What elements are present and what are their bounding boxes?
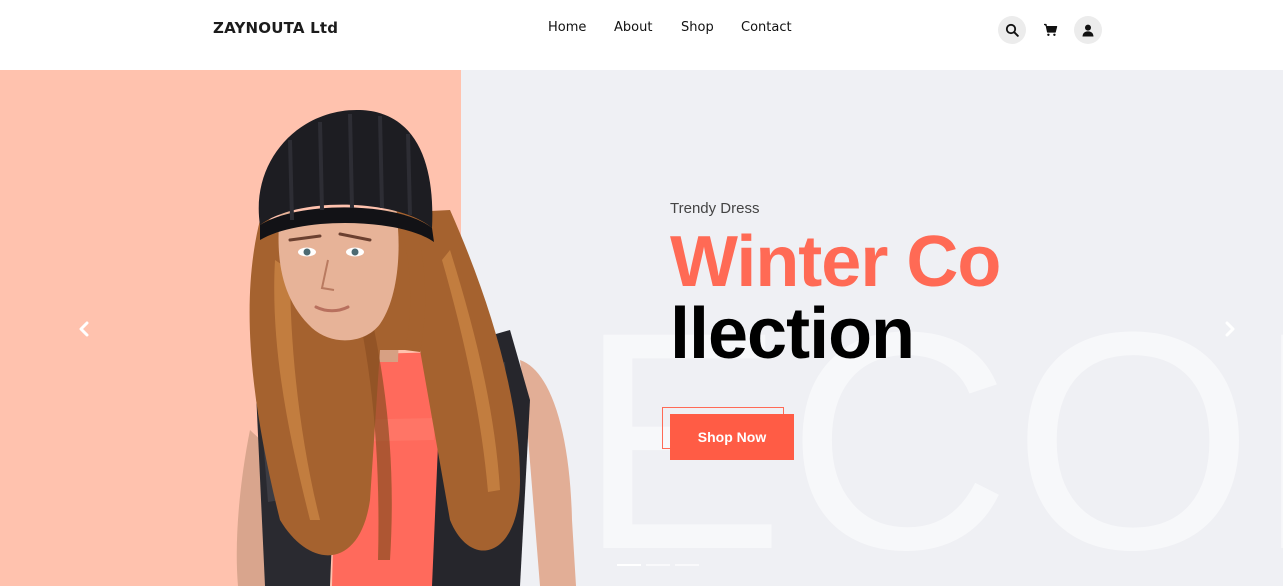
- hero-subtitle: Trendy Dress: [670, 200, 760, 217]
- nav-home[interactable]: Home: [548, 20, 586, 35]
- shop-now-wrapper: Shop Now: [662, 407, 794, 461]
- hero-slider: ECOM: [0, 70, 1283, 586]
- nav-about[interactable]: About: [614, 20, 652, 35]
- chevron-right-icon: [1225, 321, 1235, 337]
- hero-text-block: Trendy Dress Winter Co llection Shop Now: [662, 200, 1001, 460]
- slider-dot-2[interactable]: [646, 564, 670, 566]
- slider-next-arrow[interactable]: [1224, 318, 1236, 342]
- cart-icon: [1043, 23, 1057, 36]
- user-icon: [1082, 24, 1094, 36]
- slider-dot-3[interactable]: [675, 564, 699, 566]
- search-icon: [1005, 23, 1019, 37]
- search-button[interactable]: [998, 16, 1026, 44]
- cart-button[interactable]: [1036, 16, 1064, 44]
- chevron-left-icon: [79, 321, 89, 337]
- nav-shop[interactable]: Shop: [681, 20, 714, 35]
- nav-contact[interactable]: Contact: [741, 20, 792, 35]
- slider-dot-1[interactable]: [617, 564, 641, 566]
- slider-prev-arrow[interactable]: [78, 318, 90, 342]
- account-button[interactable]: [1074, 16, 1102, 44]
- hero-title-line-1: Winter Co: [670, 222, 1001, 302]
- hero-title-line-2: llection: [670, 294, 915, 374]
- site-header: ZAYNOUTA Ltd Home About Shop Contact: [0, 0, 1283, 70]
- shop-now-button[interactable]: Shop Now: [670, 414, 794, 460]
- hero-model-image: [236, 109, 576, 586]
